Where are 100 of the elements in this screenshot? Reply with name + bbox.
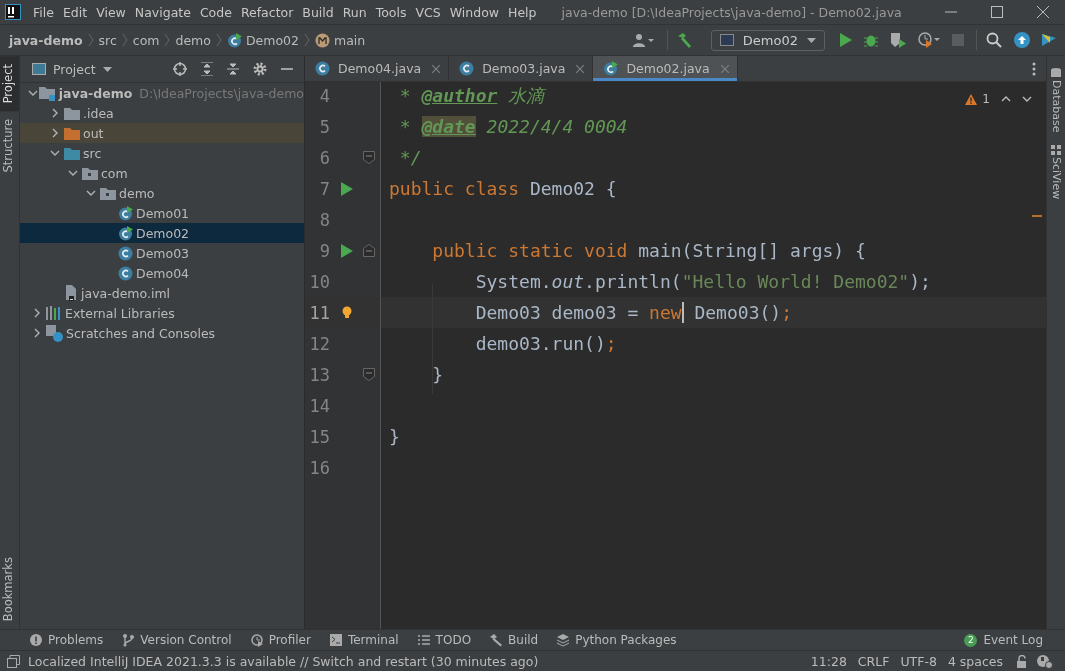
module-icon — [38, 85, 56, 101]
close-icon[interactable] — [1037, 6, 1049, 18]
menu-item[interactable]: Code — [195, 4, 237, 20]
tool-window-tab[interactable]: Structure — [0, 111, 19, 181]
tool-window-button[interactable]: Version Control — [122, 633, 232, 647]
tool-window-tab[interactable]: Database — [1049, 78, 1063, 141]
code-line: */ — [398, 146, 422, 170]
inspector-icon[interactable] — [1036, 653, 1054, 669]
status-item[interactable]: 4 spaces — [947, 653, 1003, 669]
tree-item[interactable]: demo — [20, 183, 304, 203]
menu-item[interactable]: View — [92, 4, 131, 20]
tool-window-button[interactable]: Terminal — [329, 633, 399, 647]
fold-icon[interactable] — [363, 151, 375, 164]
breadcrumb[interactable]: Demo02 — [245, 32, 299, 48]
menu-item[interactable]: Refactor — [236, 4, 299, 20]
breadcrumb[interactable]: src — [98, 32, 117, 48]
separator-icon — [304, 33, 310, 47]
tree-item[interactable]: java-demo.iml — [20, 283, 304, 303]
fold-icon[interactable] — [363, 368, 375, 381]
run-configuration-dropdown[interactable]: Demo02 — [710, 29, 825, 51]
package-icon — [100, 186, 116, 200]
hammer-icon[interactable] — [676, 32, 693, 48]
tree-item[interactable]: Demo01 — [20, 203, 304, 223]
runnable-class-icon — [603, 61, 619, 76]
line-number: 6 — [318, 147, 330, 168]
caret-icon — [102, 66, 112, 72]
settings-icon[interactable] — [253, 62, 267, 76]
tool-window-button[interactable]: Build — [490, 633, 539, 647]
close-icon[interactable] — [576, 64, 585, 73]
users-icon[interactable] — [632, 33, 655, 47]
tool-window-tab[interactable]: Bookmarks — [0, 548, 19, 629]
tree-item[interactable]: out — [20, 123, 304, 143]
editor-tab[interactable]: Demo02.java — [593, 56, 738, 81]
tool-window-tab[interactable]: Project — [0, 56, 19, 112]
warning-count: 1 — [982, 92, 990, 106]
run-icon[interactable] — [840, 33, 852, 47]
tree-item[interactable]: com — [20, 163, 304, 183]
tree-item[interactable]: Demo02 — [20, 223, 304, 243]
maximize-icon[interactable] — [991, 6, 1003, 18]
editor-tab[interactable]: Demo04.java — [305, 56, 450, 81]
breadcrumb[interactable]: java-demo — [9, 32, 83, 48]
menu-item[interactable]: Window — [445, 4, 504, 20]
menu-item[interactable]: Navigate — [130, 4, 196, 20]
menu-item[interactable]: File — [29, 4, 59, 20]
tool-window-button[interactable]: Python Packages — [557, 633, 677, 647]
plugin-logo-icon[interactable] — [1042, 32, 1058, 48]
tree-item[interactable]: Scratches and Consoles — [20, 323, 304, 343]
lock-icon[interactable] — [1016, 654, 1028, 668]
status-item[interactable]: CRLF — [857, 653, 890, 669]
status-item[interactable]: UTF-8 — [900, 653, 937, 669]
line-number: 5 — [318, 116, 330, 137]
more-icon[interactable] — [1032, 61, 1036, 76]
bug-icon[interactable] — [864, 33, 878, 47]
tree-item[interactable]: Demo04 — [20, 263, 304, 283]
status-message[interactable]: Localized IntelliJ IDEA 2021.3.3 is available // Switch and restart (30 minutes ago) — [28, 653, 539, 669]
breadcrumb[interactable]: com — [132, 32, 160, 48]
profiler-icon[interactable] — [918, 32, 940, 48]
line-number: 15 — [308, 426, 330, 447]
collapse-all-icon[interactable] — [227, 62, 239, 76]
tool-window-button[interactable]: Problems — [30, 633, 104, 647]
panel-title-dropdown[interactable]: Project — [32, 61, 112, 77]
menu-item[interactable]: VCS — [411, 4, 446, 20]
tree-item[interactable]: java-demo D:\IdeaProjects\java-demo — [20, 83, 304, 103]
tool-window-tab[interactable]: SciView — [1049, 154, 1063, 207]
tool-window-button[interactable]: 2 Event Log — [964, 633, 1043, 647]
status-item[interactable]: 11:28 — [810, 653, 847, 669]
update-icon[interactable] — [1014, 32, 1030, 48]
error-stripe-mark — [1032, 215, 1042, 217]
line-number: 12 — [308, 333, 330, 354]
notifications-icon[interactable] — [7, 654, 20, 668]
line-number: 11 — [308, 302, 330, 323]
tool-window-button[interactable]: TODO — [417, 633, 472, 647]
lightbulb-icon[interactable] — [341, 306, 352, 319]
tree-item[interactable]: .idea — [20, 103, 304, 123]
tree-item[interactable]: src — [20, 143, 304, 163]
run-icon[interactable] — [340, 243, 353, 258]
tree-item[interactable]: Demo03 — [20, 243, 304, 263]
coverage-icon[interactable] — [890, 32, 906, 48]
menu-item[interactable]: Run — [338, 4, 372, 20]
tool-window-button[interactable]: Profiler — [250, 633, 311, 647]
breadcrumb[interactable]: main — [334, 32, 366, 48]
search-icon[interactable] — [986, 32, 1002, 48]
crosshair-icon[interactable] — [173, 62, 187, 76]
breadcrumb[interactable]: demo — [175, 32, 211, 48]
layers-icon — [557, 633, 570, 647]
run-icon[interactable] — [340, 181, 353, 196]
menu-item[interactable]: Build — [298, 4, 339, 20]
runnable-class-icon — [118, 205, 133, 221]
next-icon[interactable] — [1022, 96, 1032, 102]
folder-icon — [64, 146, 80, 160]
menu-item[interactable]: Help — [504, 4, 542, 20]
close-icon[interactable] — [432, 64, 441, 73]
expand-all-icon[interactable] — [201, 62, 213, 76]
fold-icon[interactable] — [363, 244, 375, 257]
code-line: } — [389, 425, 400, 449]
tree-item[interactable]: External Libraries — [20, 303, 304, 323]
line-number: 4 — [318, 85, 330, 106]
previous-icon[interactable] — [1001, 96, 1011, 102]
menu-item[interactable]: Tools — [371, 4, 412, 20]
menu-item[interactable]: Edit — [58, 4, 93, 20]
